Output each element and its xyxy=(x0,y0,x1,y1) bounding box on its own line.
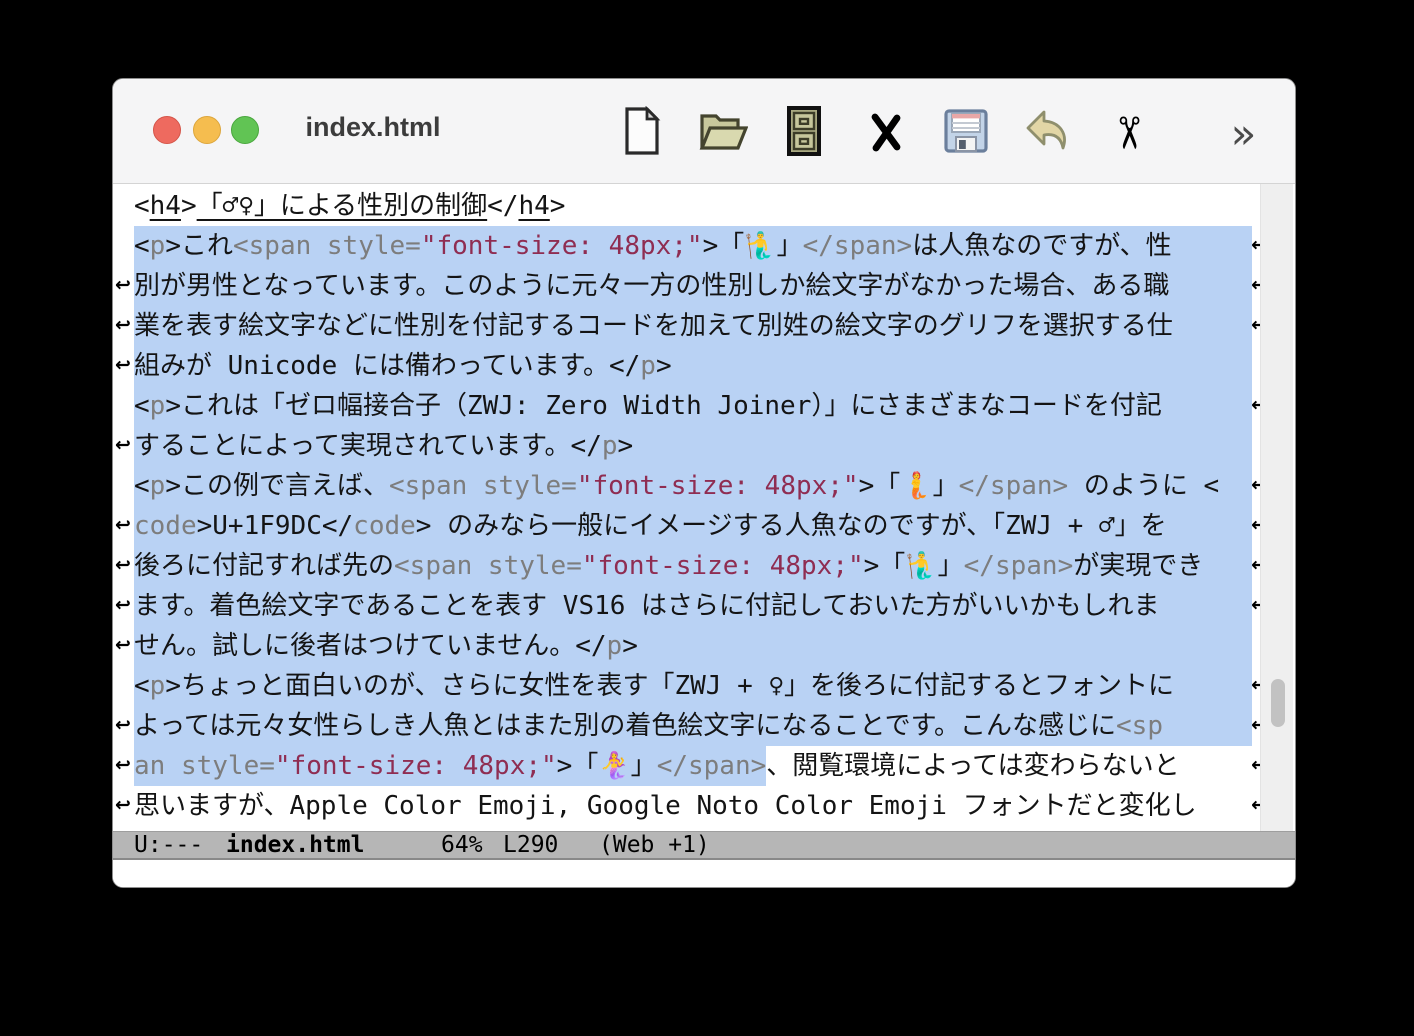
file-cabinet-icon xyxy=(783,106,825,160)
undo-button[interactable] xyxy=(1023,107,1070,159)
buffer-line-text: 組みが Unicode には備わっています。</p> xyxy=(134,346,1252,386)
wrap-continuation-left-icon: ↩ xyxy=(115,506,131,546)
wrap-continuation-left-icon: ↩ xyxy=(115,786,131,826)
scrollbar-track[interactable] xyxy=(1260,184,1293,831)
close-window-button[interactable] xyxy=(153,116,181,144)
wrap-continuation-left-icon: ↩ xyxy=(115,586,131,626)
floppy-save-icon xyxy=(942,107,990,159)
undo-arrow-icon xyxy=(1024,108,1070,158)
scrollbar-thumb[interactable] xyxy=(1271,679,1285,727)
wrap-continuation-left-icon: ↩ xyxy=(115,706,131,746)
buffer-line[interactable]: ↩別が男性となっています。このように元々一方の性別しか絵文字がなかった場合、ある… xyxy=(113,266,1295,306)
modeline-major-mode[interactable]: (Web +1) xyxy=(599,832,710,858)
emacs-window: index.html xyxy=(112,78,1296,888)
buffer-line-text: <p>この例で言えば、<span style="font-size: 48px;… xyxy=(134,466,1252,506)
buffer-line-text: <h4>「♂♀」による性別の制御</h4> xyxy=(134,186,1252,226)
buffer-line-text: <p>ちょっと面白いのが、さらに女性を表す「ZWJ + ♀」を後ろに付記するとフ… xyxy=(134,666,1252,706)
buffer-line[interactable]: ↩ます。着色絵文字であることを表す VS16 はさらに付記しておいた方がいいかも… xyxy=(113,586,1295,626)
open-file-button[interactable] xyxy=(699,107,746,159)
buffer-line[interactable]: <p>これは「ゼロ幅接合子（ZWJ: Zero Width Joiner）」にさ… xyxy=(113,386,1295,426)
buffer-line-text: することによって実現されています。</p> xyxy=(134,426,1252,466)
window-title: index.html xyxy=(273,112,473,143)
wrap-continuation-left-icon: ↩ xyxy=(115,546,131,586)
editor-buffer[interactable]: <h4>「♂♀」による性別の制御</h4><p>これ<span style="f… xyxy=(113,184,1295,887)
buffer-line-text: an style="font-size: 48px;">「🧜‍♀」</span>… xyxy=(134,746,1252,786)
buffer-line[interactable]: ↩後ろに付記すれば先の<span style="font-size: 48px;… xyxy=(113,546,1295,586)
minimize-window-button[interactable] xyxy=(193,116,221,144)
modeline-line-number: L290 xyxy=(503,832,558,858)
buffer-line[interactable]: <p>これ<span style="font-size: 48px;">「🧜‍♂… xyxy=(113,226,1295,266)
buffer-line[interactable]: ↩an style="font-size: 48px;">「🧜‍♀」</span… xyxy=(113,746,1295,786)
toolbar: ✂ » xyxy=(618,105,1232,161)
scissors-icon: ✂ xyxy=(1106,115,1150,152)
buffer-line[interactable]: ↩することによって実現されています。</p> xyxy=(113,426,1295,466)
wrap-continuation-left-icon: ↩ xyxy=(115,306,131,346)
close-x-icon xyxy=(865,109,905,157)
buffer-line-text: code>U+1F9DC</code> のみなら一般にイメージする人魚なのですが… xyxy=(134,506,1252,546)
wrap-continuation-left-icon: ↩ xyxy=(115,346,131,386)
buffer-line-text: 思いますが、Apple Color Emoji, Google Noto Col… xyxy=(134,786,1252,826)
zoom-window-button[interactable] xyxy=(231,116,259,144)
wrap-continuation-left-icon: ↩ xyxy=(115,426,131,466)
buffer-line[interactable]: ↩思いますが、Apple Color Emoji, Google Noto Co… xyxy=(113,786,1295,826)
wrap-continuation-left-icon: ↩ xyxy=(115,746,131,786)
buffer-line-text: ます。着色絵文字であることを表す VS16 はさらに付記しておいた方がいいかもし… xyxy=(134,586,1252,626)
buffer-line[interactable]: <p>この例で言えば、<span style="font-size: 48px;… xyxy=(113,466,1295,506)
cut-button[interactable]: ✂ xyxy=(1104,107,1151,159)
dired-button[interactable] xyxy=(780,107,827,159)
wrap-continuation-left-icon: ↩ xyxy=(115,626,131,666)
buffer-line-text: <p>これ<span style="font-size: 48px;">「🧜‍♂… xyxy=(134,226,1252,266)
title-bar: index.html xyxy=(113,79,1295,184)
buffer-line[interactable]: ↩よっては元々女性らしき人魚とはまた別の着色絵文字になることです。こんな感じに<… xyxy=(113,706,1295,746)
buffer-line-text: <p>これは「ゼロ幅接合子（ZWJ: Zero Width Joiner）」にさ… xyxy=(134,386,1252,426)
wrap-continuation-left-icon: ↩ xyxy=(115,266,131,306)
open-folder-icon xyxy=(698,108,748,158)
buffer-line-text: せん。試しに後者はつけていません。</p> xyxy=(134,626,1252,666)
new-file-icon xyxy=(619,106,665,160)
toolbar-overflow-button[interactable]: » xyxy=(1185,107,1232,159)
buffer-line[interactable]: ↩code>U+1F9DC</code> のみなら一般にイメージする人魚なのです… xyxy=(113,506,1295,546)
buffer-line-text: よっては元々女性らしき人魚とはまた別の着色絵文字になることです。こんな感じに<s… xyxy=(134,706,1252,746)
buffer-line[interactable]: ↩せん。試しに後者はつけていません。</p> xyxy=(113,626,1295,666)
modeline-filename[interactable]: index.html xyxy=(226,832,364,858)
buffer-line-text: 後ろに付記すれば先の<span style="font-size: 48px;"… xyxy=(134,546,1252,586)
buffer-line-text: 業を表す絵文字などに性別を付記するコードを加えて別姓の絵文字のグリフを選択する仕 xyxy=(134,306,1252,346)
chevron-double-right-icon: » xyxy=(1231,109,1257,158)
echo-area[interactable] xyxy=(113,860,1295,887)
buffer-line-text: 別が男性となっています。このように元々一方の性別しか絵文字がなかった場合、ある職 xyxy=(134,266,1252,306)
buffer-line[interactable]: <p>ちょっと面白いのが、さらに女性を表す「ZWJ + ♀」を後ろに付記するとフ… xyxy=(113,666,1295,706)
buffer-lines: <h4>「♂♀」による性別の制御</h4><p>これ<span style="f… xyxy=(113,186,1295,826)
buffer-line[interactable]: ↩組みが Unicode には備わっています。</p> xyxy=(113,346,1295,386)
mode-line[interactable]: U:--- index.html 64% L290 (Web +1) xyxy=(113,831,1295,860)
buffer-line[interactable]: ↩業を表す絵文字などに性別を付記するコードを加えて別姓の絵文字のグリフを選択する… xyxy=(113,306,1295,346)
save-buffer-button[interactable] xyxy=(942,107,989,159)
modeline-percent: 64% xyxy=(441,832,483,858)
buffer-line[interactable]: <h4>「♂♀」による性別の制御</h4> xyxy=(113,186,1295,226)
new-file-button[interactable] xyxy=(618,107,665,159)
close-buffer-button[interactable] xyxy=(861,107,908,159)
modeline-coding: U:--- xyxy=(134,832,203,858)
